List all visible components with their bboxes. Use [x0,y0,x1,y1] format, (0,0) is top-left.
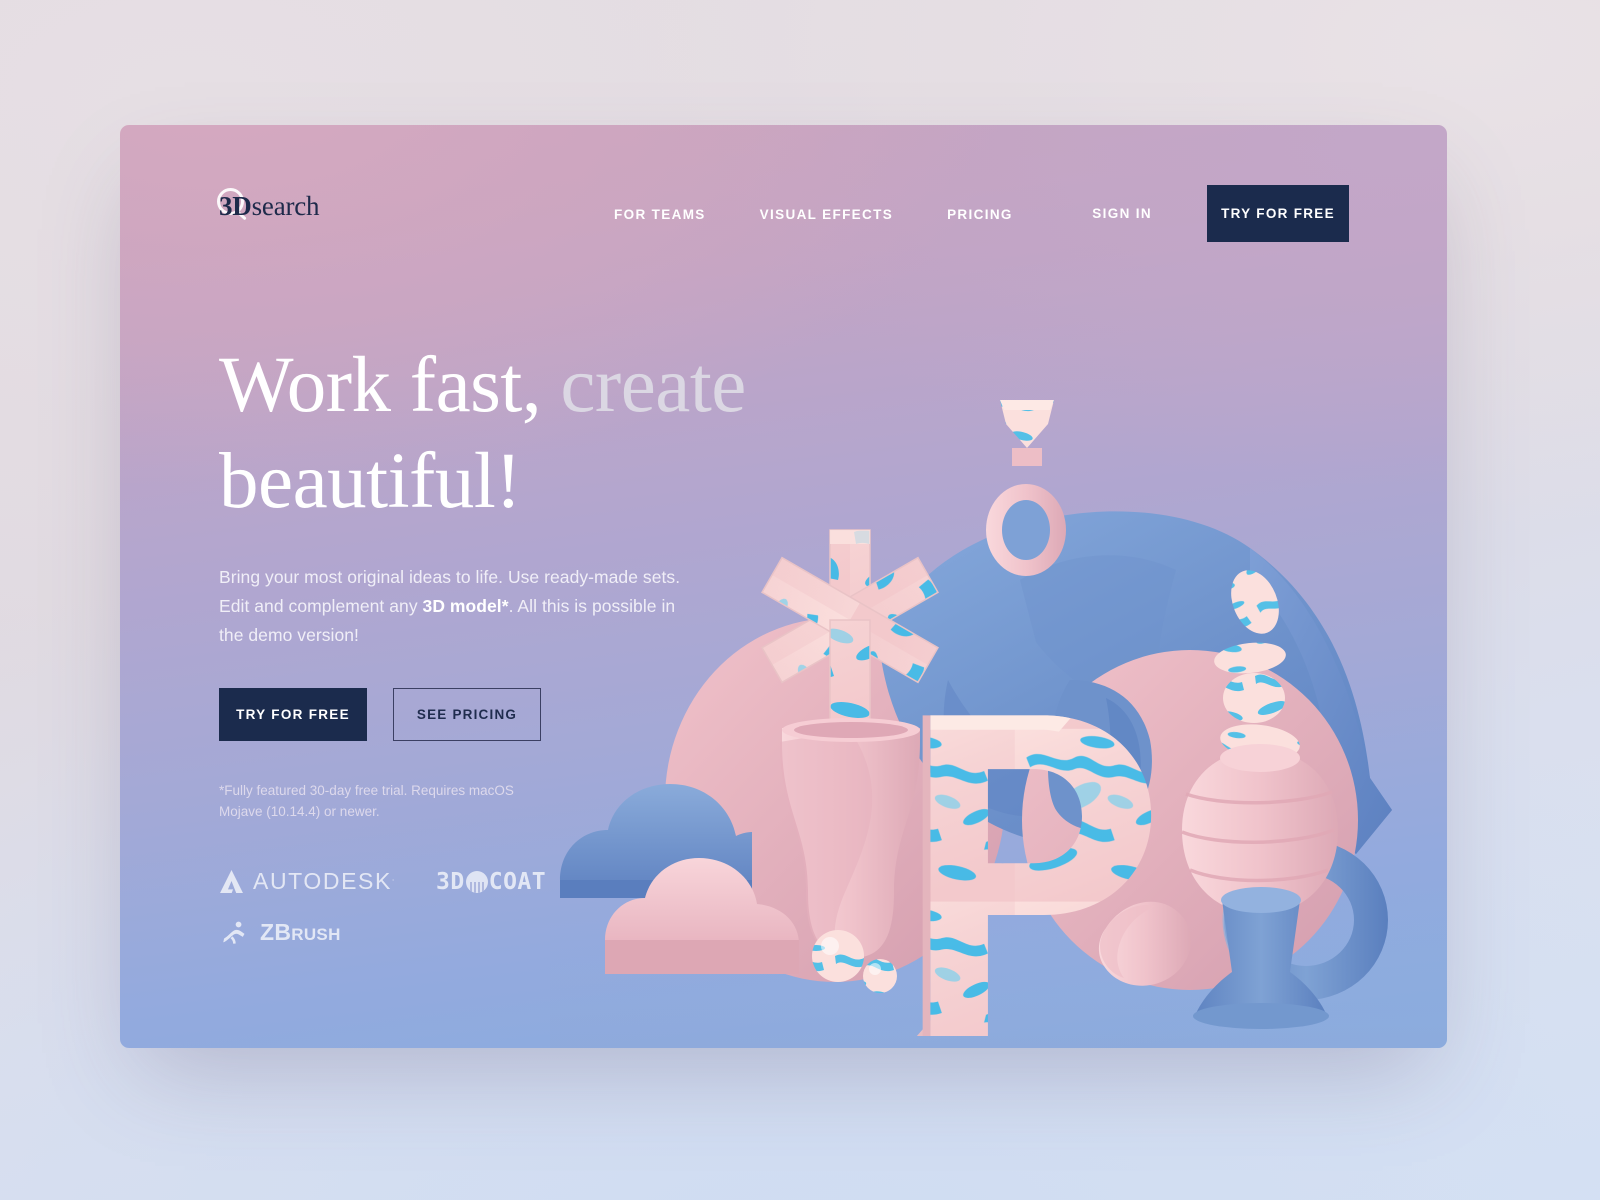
brand-name: 3Dsearch [219,190,320,222]
illustration-svg [550,400,1447,1048]
lead-bold-3d-model: 3D model* [422,596,509,616]
nav-link-visual-effects[interactable]: VISUAL EFFECTS [760,207,893,222]
brand-logo[interactable]: 3Dsearch [217,185,320,227]
zbrush-runner-icon [223,921,245,944]
marbled-sphere-small [863,959,897,993]
zbrush-wordmark-b: B [274,919,292,945]
headline-bright: Work fast, [219,342,561,429]
nav-link-list: FOR TEAMS VISUAL EFFECTS PRICING [614,207,1067,222]
nav-link-for-teams[interactable]: FOR TEAMS [614,207,706,222]
partner-logo-zbrush: ZBRUSH [219,919,341,946]
headline-line2: beautiful! [219,438,522,525]
hero-card: 3Dsearch FOR TEAMS VISUAL EFFECTS PRICIN… [120,125,1447,1048]
coat-wordmark-coat: COAT [488,868,547,895]
top-navigation: 3Dsearch FOR TEAMS VISUAL EFFECTS PRICIN… [120,125,1447,285]
hero-3d-illustration [550,380,1447,1048]
partner-logo-3dcoat: 3D COAT [436,869,546,895]
nav-actions: SIGN IN TRY FOR FREE [1092,185,1349,242]
try-for-free-button[interactable]: TRY FOR FREE [219,688,367,741]
coat-sphere-icon [465,870,488,893]
partner-row-2: ZBRUSH [219,919,559,946]
partner-logo-autodesk: AUTODESK. [219,868,396,895]
zbrush-wordmark-rush: RUSH [291,925,341,944]
partner-name-autodesk: AUTODESK. [253,868,396,895]
partner-row-1: AUTODESK. 3D COAT [219,868,559,895]
brand-name-bold: 3D [219,190,252,221]
see-pricing-button[interactable]: SEE PRICING [393,688,541,741]
zbrush-wordmark-z: Z [260,919,275,945]
trial-footnote: *Fully featured 30-day free trial. Requi… [219,783,514,819]
autodesk-wordmark: AUTODESK [253,868,392,894]
coat-wordmark-3d: 3D [436,868,465,895]
brand-name-light: search [251,190,320,221]
pink-ring-with-gem [986,400,1066,576]
autodesk-trademark: . [391,872,397,883]
marbled-sphere-large [812,930,864,982]
partner-logo-list: AUTODESK. 3D COAT ZBRUSH [219,868,559,946]
sign-in-link[interactable]: SIGN IN [1092,206,1152,221]
nav-try-for-free-button[interactable]: TRY FOR FREE [1207,185,1349,242]
partner-name-zbrush: ZBRUSH [260,919,341,946]
autodesk-a-icon [220,870,243,893]
nav-link-pricing[interactable]: PRICING [947,207,1013,222]
partner-name-3dcoat: 3D COAT [436,869,546,895]
